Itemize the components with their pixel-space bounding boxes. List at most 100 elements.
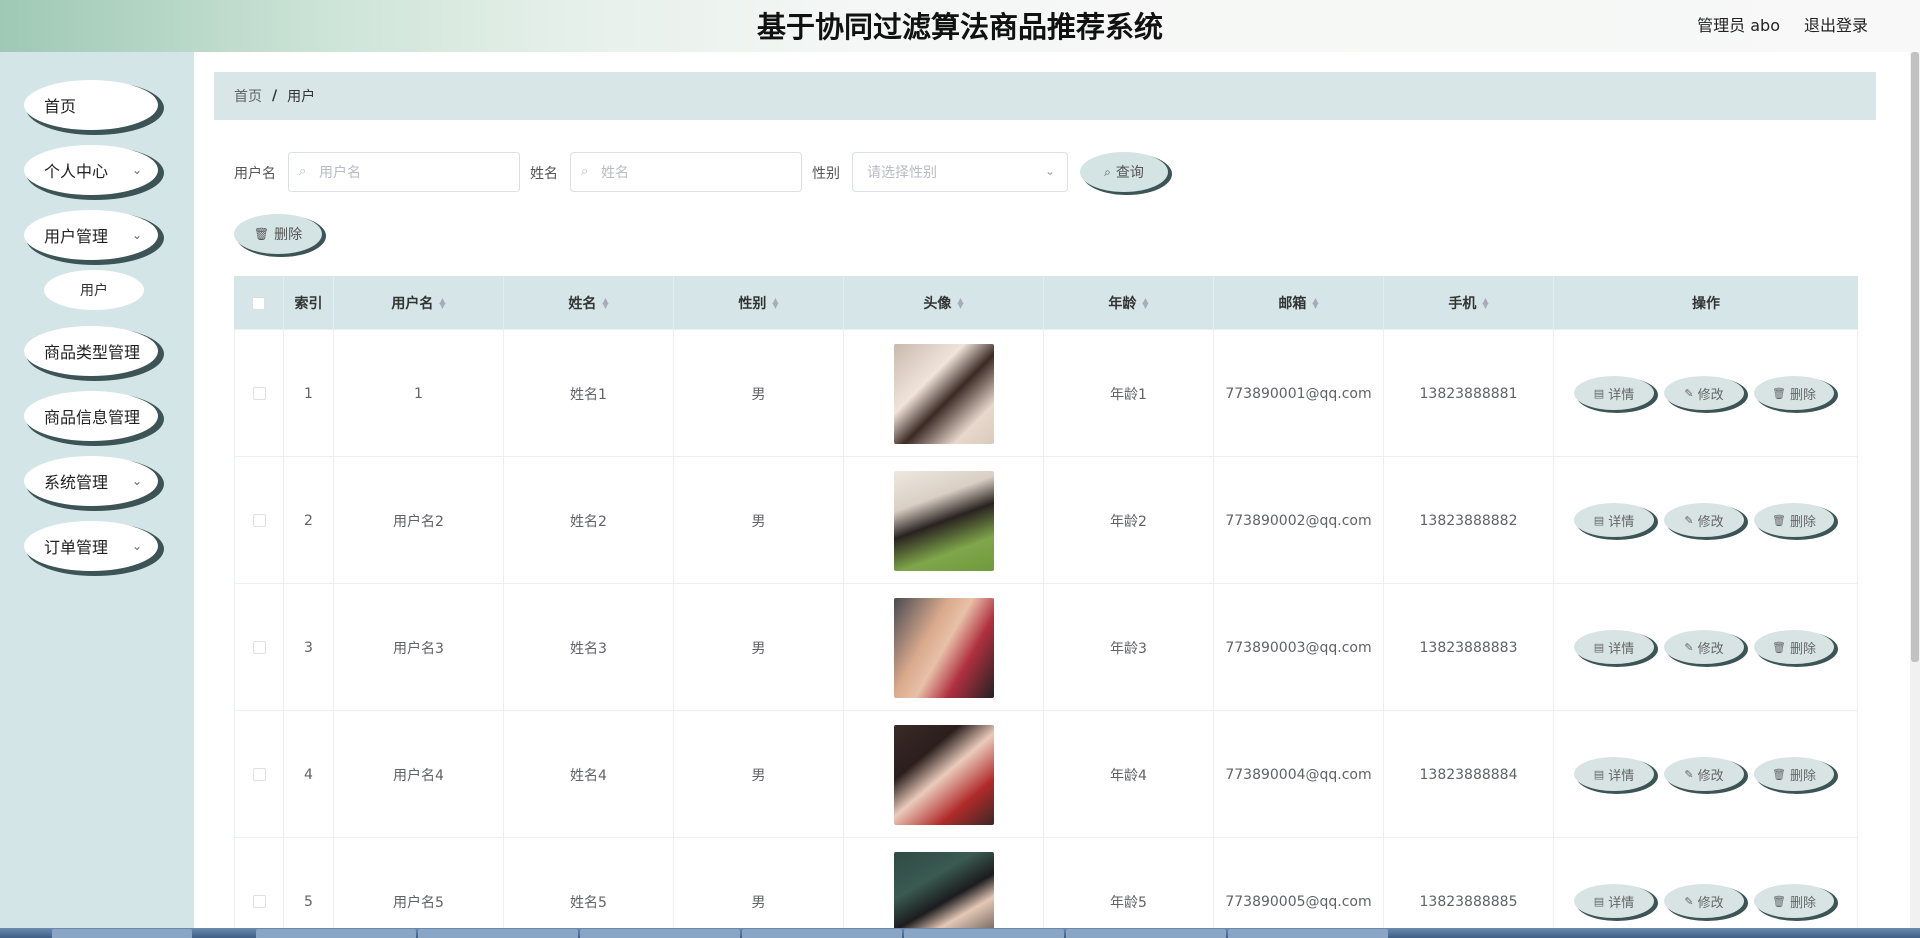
taskbar-app[interactable]	[580, 929, 740, 938]
cell-gender: 男	[674, 584, 844, 711]
sidebar-item-home[interactable]: 首页	[24, 80, 158, 130]
chevron-down-icon: ⌄	[131, 228, 142, 242]
name-placeholder: 姓名	[601, 165, 629, 181]
taskbar-app[interactable]	[904, 929, 1064, 938]
sort-icon[interactable]: ▲ ▼	[1142, 297, 1148, 310]
cell-username: 用户名5	[334, 838, 504, 938]
avatar	[893, 724, 994, 825]
row-checkbox[interactable]	[252, 641, 266, 654]
sidebar-item-label: 商品信息管理	[44, 408, 141, 427]
cell-name: 姓名4	[504, 711, 674, 838]
delete-button[interactable]: 🗑 删除	[1754, 376, 1834, 410]
gender-select[interactable]: 请选择性别 ⌄	[852, 152, 1068, 192]
sidebar-item-order-management[interactable]: 订单管理 ⌄	[24, 521, 158, 571]
sidebar-subitem-label: 用户	[80, 283, 108, 299]
column-header-name[interactable]: 姓名 ▲ ▼	[504, 276, 674, 330]
row-checkbox[interactable]	[252, 895, 266, 908]
cell-name: 姓名1	[504, 330, 674, 457]
table-row: 3 用户名3 姓名3 男 年龄3 773890003@qq.com 138238…	[234, 584, 1858, 711]
cell-actions: ▤ 详情 ✎ 修改 🗑 删除	[1554, 711, 1858, 838]
row-select-cell	[234, 711, 284, 838]
detail-button[interactable]: ▤ 详情	[1574, 884, 1654, 918]
breadcrumb-current: 用户	[287, 89, 316, 105]
edit-button[interactable]: ✎ 修改	[1664, 884, 1744, 918]
detail-button[interactable]: ▤ 详情	[1574, 630, 1654, 664]
delete-label: 删除	[1789, 387, 1816, 403]
query-button-label: 查询	[1115, 165, 1144, 181]
sidebar-item-system-management[interactable]: 系统管理 ⌄	[24, 456, 158, 506]
username-search-input[interactable]: ⌕ 用户名	[288, 152, 520, 192]
delete-label: 删除	[1789, 895, 1816, 911]
chevron-down-icon: ⌄	[131, 474, 142, 488]
vertical-scrollbar[interactable]	[1910, 52, 1920, 928]
name-search-input[interactable]: ⌕ 姓名	[570, 152, 802, 192]
column-header-age[interactable]: 年龄 ▲ ▼	[1044, 276, 1214, 330]
taskbar-app[interactable]	[1066, 929, 1226, 938]
column-header-gender[interactable]: 性别 ▲ ▼	[674, 276, 844, 330]
sidebar-item-personal-center[interactable]: 个人中心 ⌄	[24, 145, 158, 195]
trash-icon: 🗑	[1772, 767, 1786, 781]
sort-icon[interactable]: ▲ ▼	[1482, 297, 1488, 310]
edit-button[interactable]: ✎ 修改	[1664, 503, 1744, 537]
column-label: 手机	[1448, 296, 1477, 312]
cell-actions: ▤ 详情 ✎ 修改 🗑 删除	[1554, 838, 1858, 938]
column-label: 邮箱	[1278, 296, 1307, 312]
detail-button[interactable]: ▤ 详情	[1574, 376, 1654, 410]
select-all-checkbox[interactable]	[252, 296, 265, 310]
column-label: 用户名	[391, 296, 434, 312]
row-checkbox[interactable]	[252, 514, 266, 527]
taskbar-app[interactable]	[418, 929, 578, 938]
sidebar-item-user-management[interactable]: 用户管理 ⌄	[24, 210, 158, 260]
table-row: 1 1 姓名1 男 年龄1 773890001@qq.com 138238888…	[234, 330, 1858, 457]
app-title: 基于协同过滤算法商品推荐系统	[756, 10, 1163, 44]
select-all-cell	[234, 276, 284, 330]
edit-button[interactable]: ✎ 修改	[1664, 630, 1744, 664]
sort-icon[interactable]: ▲ ▼	[1312, 297, 1318, 310]
search-icon: ⌕	[299, 164, 307, 179]
sort-icon[interactable]: ▲ ▼	[957, 297, 963, 310]
delete-button[interactable]: 🗑 删除	[1754, 757, 1834, 791]
delete-button[interactable]: 🗑 删除	[1754, 630, 1834, 664]
taskbar-app[interactable]	[1228, 929, 1388, 938]
delete-button[interactable]: 🗑 删除	[1754, 503, 1834, 537]
row-checkbox[interactable]	[252, 768, 266, 781]
column-header-username[interactable]: 用户名 ▲ ▼	[334, 276, 504, 330]
sort-icon[interactable]: ▲ ▼	[439, 297, 445, 310]
detail-button[interactable]: ▤ 详情	[1574, 757, 1654, 791]
breadcrumb-home[interactable]: 首页	[234, 86, 262, 106]
column-header-phone[interactable]: 手机 ▲ ▼	[1384, 276, 1554, 330]
sidebar-subitem-user[interactable]: 用户	[44, 270, 144, 310]
cell-name: 姓名5	[504, 838, 674, 938]
edit-button[interactable]: ✎ 修改	[1664, 757, 1744, 791]
sidebar: 首页 个人中心 ⌄ 用户管理 ⌄ 用户 商品类型管理 商品信息管理 系统管理 ⌄…	[0, 52, 194, 928]
taskbar-app[interactable]	[742, 929, 902, 938]
column-label: 年龄	[1108, 296, 1137, 312]
sidebar-item-product-type-management[interactable]: 商品类型管理	[24, 326, 158, 376]
row-checkbox[interactable]	[252, 387, 266, 400]
cell-avatar	[844, 711, 1044, 838]
detail-button[interactable]: ▤ 详情	[1574, 503, 1654, 537]
taskbar-app[interactable]	[256, 929, 416, 938]
cell-actions: ▤ 详情 ✎ 修改 🗑 删除	[1554, 330, 1858, 457]
sidebar-item-product-info-management[interactable]: 商品信息管理	[24, 391, 158, 441]
sort-icon[interactable]: ▲ ▼	[772, 297, 778, 310]
edit-button[interactable]: ✎ 修改	[1664, 376, 1744, 410]
document-icon: ▤	[1593, 386, 1605, 400]
pencil-icon: ✎	[1684, 386, 1694, 400]
batch-delete-button[interactable]: 🗑 删除	[234, 214, 322, 254]
column-header-email[interactable]: 邮箱 ▲ ▼	[1214, 276, 1384, 330]
logout-link[interactable]: 退出登录	[1804, 12, 1868, 36]
sidebar-item-label: 个人中心	[44, 162, 109, 181]
cell-phone: 13823888884	[1384, 711, 1554, 838]
query-button[interactable]: ⌕ 查询	[1080, 152, 1168, 192]
pencil-icon: ✎	[1684, 640, 1694, 654]
sort-icon[interactable]: ▲ ▼	[602, 297, 608, 310]
search-icon: ⌕	[1104, 164, 1111, 179]
edit-label: 修改	[1697, 387, 1724, 403]
column-header-avatar[interactable]: 头像 ▲ ▼	[844, 276, 1044, 330]
detail-label: 详情	[1608, 641, 1635, 657]
taskbar-app[interactable]	[52, 929, 192, 938]
edit-label: 修改	[1697, 514, 1724, 530]
scrollbar-thumb[interactable]	[1911, 52, 1919, 662]
delete-button[interactable]: 🗑 删除	[1754, 884, 1834, 918]
